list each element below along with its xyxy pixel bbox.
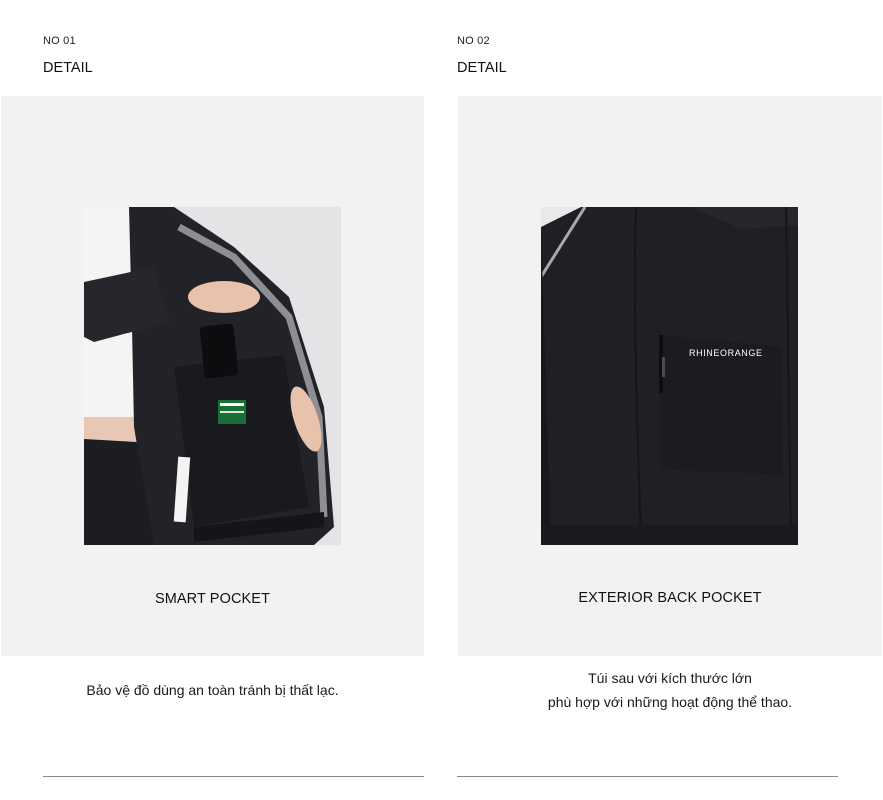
jacket-inner-pocket-photo (84, 207, 341, 545)
description-line: Bảo vệ đồ dùng an toàn tránh bị thất lạc… (86, 682, 339, 698)
feature-description: Bảo vệ đồ dùng an toàn tránh bị thất lạc… (1, 678, 424, 702)
detail-card-2: NO 02 DETAIL RHINEORANGE EXTERIOR BACK P… (457, 0, 883, 800)
feature-description: Túi sau với kích thước lớn phù hợp với n… (458, 666, 882, 714)
divider-line (457, 776, 838, 777)
brand-label: RHINEORANGE (689, 348, 763, 358)
feature-title: SMART POCKET (154, 591, 271, 607)
section-label: DETAIL (43, 60, 93, 76)
detail-card-1: NO 01 DETAIL SMART POCKET Bảo vệ đồ dùng… (0, 0, 424, 800)
item-number: NO 02 (457, 35, 490, 47)
description-line: phù hợp với những hoạt động thể thao. (547, 694, 793, 710)
divider-line (43, 776, 424, 777)
section-label: DETAIL (457, 60, 507, 76)
jacket-back-pocket-photo: RHINEORANGE (541, 207, 798, 545)
feature-title: EXTERIOR BACK POCKET (578, 590, 762, 606)
description-line: Túi sau với kích thước lớn (588, 670, 752, 686)
item-number: NO 01 (43, 35, 76, 47)
